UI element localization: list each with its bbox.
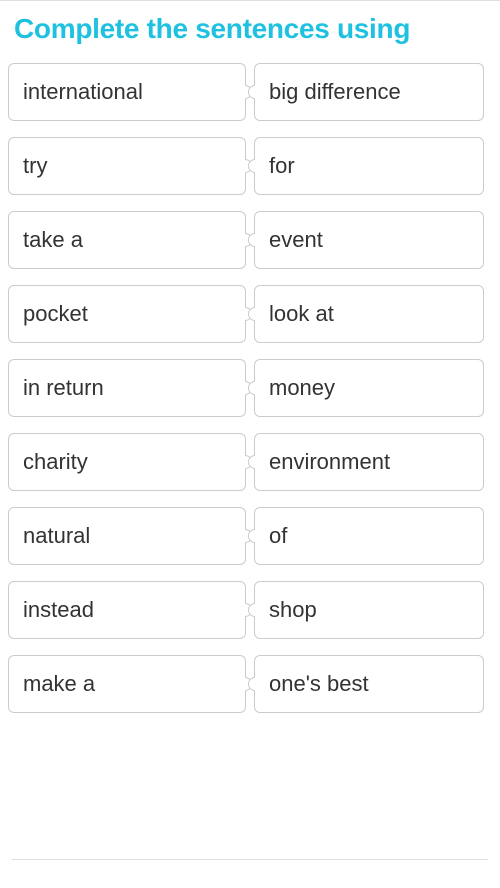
word-card[interactable]: take a [8,211,246,269]
word-card[interactable]: try [8,137,246,195]
word-card[interactable]: natural [8,507,246,565]
word-card[interactable]: instead [8,581,246,639]
word-card[interactable]: big difference [254,63,484,121]
word-card[interactable]: international [8,63,246,121]
word-card[interactable]: shop [254,581,484,639]
left-column: international try take a pocket in retur… [8,63,246,713]
word-card[interactable]: make a [8,655,246,713]
right-column: big difference for event look at money e… [254,63,492,713]
word-card[interactable]: one's best [254,655,484,713]
word-card[interactable]: for [254,137,484,195]
word-card[interactable]: environment [254,433,484,491]
word-card[interactable]: of [254,507,484,565]
word-card[interactable]: pocket [8,285,246,343]
word-card[interactable]: in return [8,359,246,417]
exercise-title: Complete the sentences using [0,0,500,63]
divider [12,859,488,860]
word-card[interactable]: look at [254,285,484,343]
word-card[interactable]: money [254,359,484,417]
word-card[interactable]: event [254,211,484,269]
word-card[interactable]: charity [8,433,246,491]
matching-grid: international try take a pocket in retur… [0,63,500,713]
